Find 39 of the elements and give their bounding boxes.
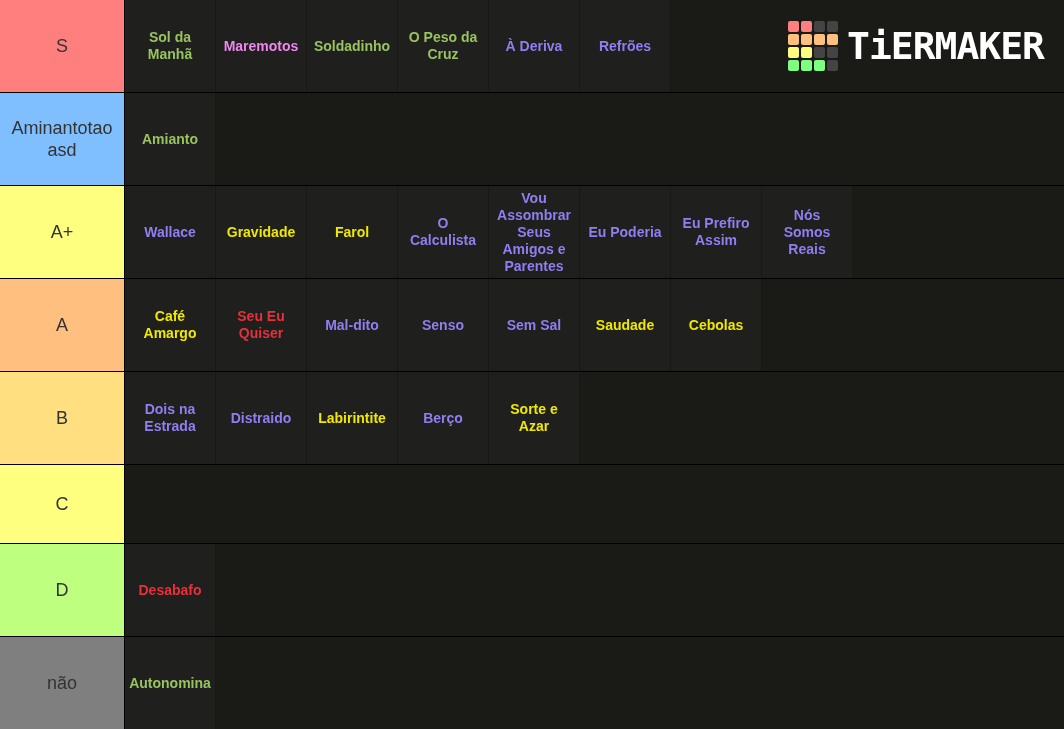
tier-item[interactable]: Dois na Estrada bbox=[125, 372, 216, 464]
tier-item[interactable]: Desabafo bbox=[125, 544, 216, 636]
grid-logo-icon bbox=[787, 20, 840, 72]
tier-item[interactable]: Maremotos bbox=[216, 0, 307, 92]
tier-label: Aminantotao asd bbox=[0, 93, 124, 185]
tier-item[interactable]: Autonomina bbox=[125, 637, 216, 729]
tier-item[interactable]: Café Amargo bbox=[125, 279, 216, 371]
tier-item[interactable]: À Deriva bbox=[489, 0, 580, 92]
tier-label: D bbox=[0, 544, 124, 636]
tier-item[interactable]: O Peso da Cruz bbox=[398, 0, 489, 92]
tier-item[interactable]: Mal-dito bbox=[307, 279, 398, 371]
tier-item[interactable]: Sol da Manhã bbox=[125, 0, 216, 92]
tier-label: S bbox=[0, 0, 124, 92]
tier-item[interactable]: Vou Assombrar Seus Amigos e Parentes bbox=[489, 186, 580, 278]
tier-item[interactable]: Distraido bbox=[216, 372, 307, 464]
tier-item[interactable]: O Calculista bbox=[398, 186, 489, 278]
tier-label: A+ bbox=[0, 186, 124, 278]
tier-item[interactable]: Berço bbox=[398, 372, 489, 464]
tier-item[interactable]: Soldadinho bbox=[307, 0, 398, 92]
tier-item[interactable]: Wallace bbox=[125, 186, 216, 278]
tier-item[interactable]: Eu Poderia bbox=[580, 186, 671, 278]
tier-item[interactable]: Senso bbox=[398, 279, 489, 371]
tier-item[interactable]: Amianto bbox=[125, 93, 216, 185]
tier-label: B bbox=[0, 372, 124, 464]
tier-item[interactable]: Refrões bbox=[580, 0, 671, 92]
tier-item[interactable]: Farol bbox=[307, 186, 398, 278]
tier-item[interactable]: Gravidade bbox=[216, 186, 307, 278]
tier-item[interactable]: Saudade bbox=[580, 279, 671, 371]
tier-label: A bbox=[0, 279, 124, 371]
tier-item[interactable]: Labirintite bbox=[307, 372, 398, 464]
tier-label: C bbox=[0, 465, 124, 543]
tier-item[interactable]: Cebolas bbox=[671, 279, 762, 371]
tier-item[interactable]: Seu Eu Quiser bbox=[216, 279, 307, 371]
tier-item[interactable]: Sorte e Azar bbox=[489, 372, 580, 464]
tier-item[interactable]: Eu Prefiro Assim bbox=[671, 186, 762, 278]
tier-item[interactable]: Nós Somos Reais bbox=[762, 186, 853, 278]
tier-item[interactable]: Sem Sal bbox=[489, 279, 580, 371]
tier-label: não bbox=[0, 637, 124, 729]
logo-wordmark: TiERMAKER bbox=[847, 27, 1044, 65]
